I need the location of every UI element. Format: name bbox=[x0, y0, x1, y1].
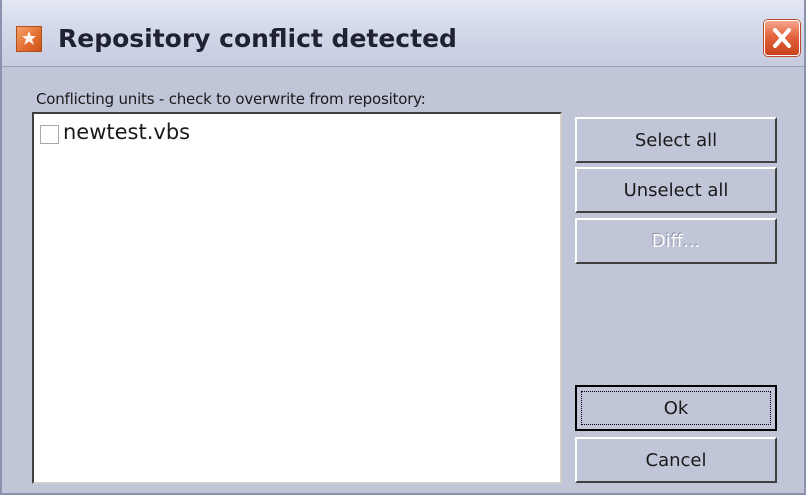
unselect-all-label: Unselect all bbox=[623, 179, 729, 201]
select-all-label: Select all bbox=[634, 129, 718, 151]
repository-app-icon bbox=[16, 26, 42, 52]
dialog-window: Repository conflict detected Conflicting… bbox=[0, 0, 806, 495]
select-all-button[interactable]: Select all bbox=[575, 117, 777, 163]
cancel-button[interactable]: Cancel bbox=[575, 437, 777, 483]
unit-checkbox[interactable] bbox=[40, 124, 59, 144]
conflict-prompt-label: Conflicting units - check to overwrite f… bbox=[36, 90, 426, 108]
ok-label: Ok bbox=[663, 397, 689, 419]
conflicting-units-list[interactable]: newtest.vbs bbox=[32, 112, 562, 484]
unselect-all-button[interactable]: Unselect all bbox=[575, 167, 777, 213]
diff-label: Diff... bbox=[651, 230, 701, 252]
close-button[interactable] bbox=[764, 20, 800, 56]
title-bar[interactable]: Repository conflict detected bbox=[2, 0, 804, 67]
list-item[interactable]: newtest.vbs bbox=[40, 118, 190, 146]
cancel-label: Cancel bbox=[645, 449, 707, 471]
dialog-title: Repository conflict detected bbox=[58, 24, 457, 53]
unit-label: newtest.vbs bbox=[63, 120, 191, 144]
ok-button[interactable]: Ok bbox=[575, 385, 777, 431]
close-icon bbox=[773, 28, 791, 48]
diff-button: Diff... bbox=[575, 218, 777, 264]
